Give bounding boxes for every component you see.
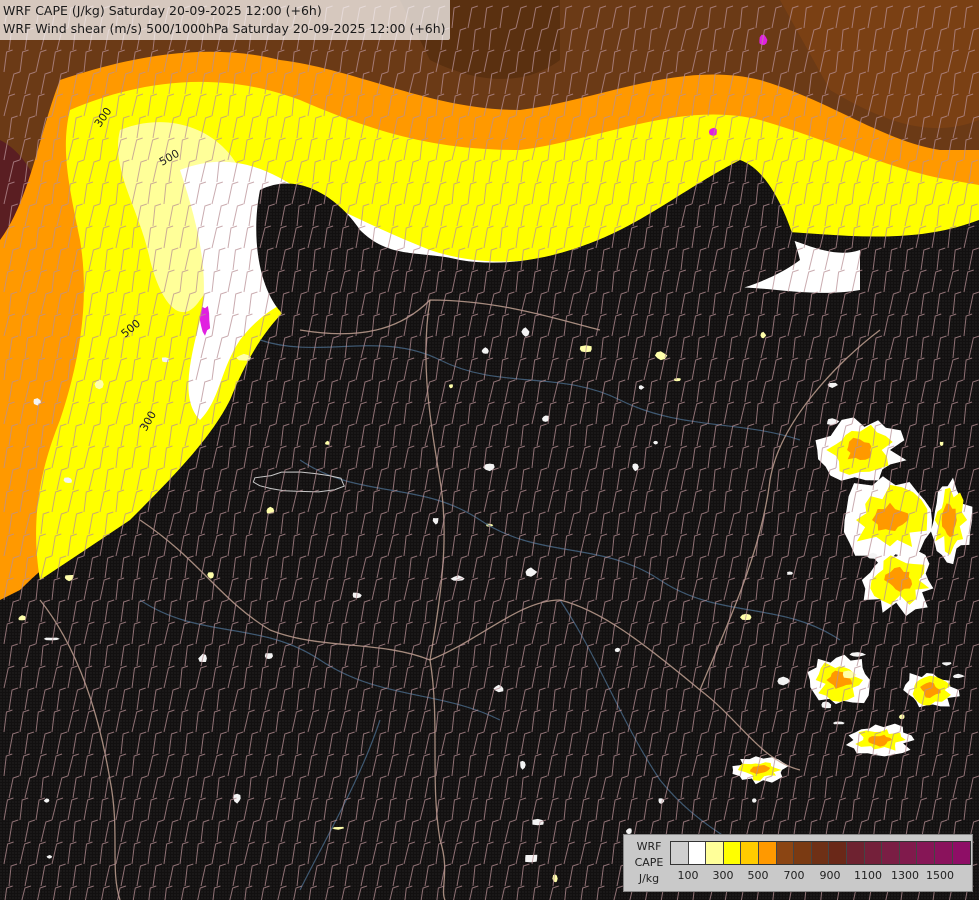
legend-tick: 100 [677, 869, 699, 882]
cape-speck [525, 854, 538, 863]
legend-swatch [829, 842, 847, 864]
legend-swatch [794, 842, 812, 864]
legend-color-scale [670, 841, 972, 865]
legend-swatch [758, 842, 777, 864]
legend-swatch [706, 842, 724, 864]
legend-swatch [776, 842, 795, 864]
cape-title: WRF CAPE (J/kg) Saturday 20-09-2025 12:0… [3, 3, 322, 18]
legend-swatch [741, 842, 759, 864]
legend-swatch [864, 842, 883, 864]
legend-swatch [882, 842, 900, 864]
cape-speck [787, 571, 793, 575]
legend-swatch [917, 842, 935, 864]
legend-tick: 1500 [926, 869, 954, 882]
legend-tick: 900 [819, 869, 841, 882]
legend-swatch [952, 842, 971, 864]
legend-tick: 500 [747, 869, 769, 882]
legend-label-field: CAPE [634, 856, 664, 869]
legend-swatch [688, 842, 707, 864]
legend-swatch [899, 842, 918, 864]
legend-tick: 1100 [854, 869, 882, 882]
legend-label-model: WRF [636, 840, 662, 853]
legend-tick: 700 [783, 869, 805, 882]
legend-caption: WRF CAPE J/kg [628, 839, 670, 887]
legend-swatch [671, 842, 689, 864]
legend-swatch [723, 842, 742, 864]
map-title-block: WRF CAPE (J/kg) Saturday 20-09-2025 12:0… [0, 0, 450, 40]
legend-swatch [934, 842, 953, 864]
legend-tick: 1300 [891, 869, 919, 882]
cape-map: 300 500 500 300 [0, 0, 979, 900]
legend-tick: 300 [712, 869, 734, 882]
wind-shear-title: WRF Wind shear (m/s) 500/1000hPa Saturda… [3, 21, 446, 36]
legend-tick-labels: 100 300 500 700 900 1100 1300 1500 [670, 869, 970, 885]
legend-swatch [811, 842, 830, 864]
legend-label-unit: J/kg [638, 872, 660, 885]
legend-swatch [846, 842, 865, 864]
cape-speck [674, 378, 681, 382]
map-viewer: 300 500 500 300 WRF CAPE (J/kg) Saturday… [0, 0, 979, 900]
cape-legend: WRF CAPE J/kg 100 300 500 700 900 1100 1300 150… [623, 834, 973, 892]
